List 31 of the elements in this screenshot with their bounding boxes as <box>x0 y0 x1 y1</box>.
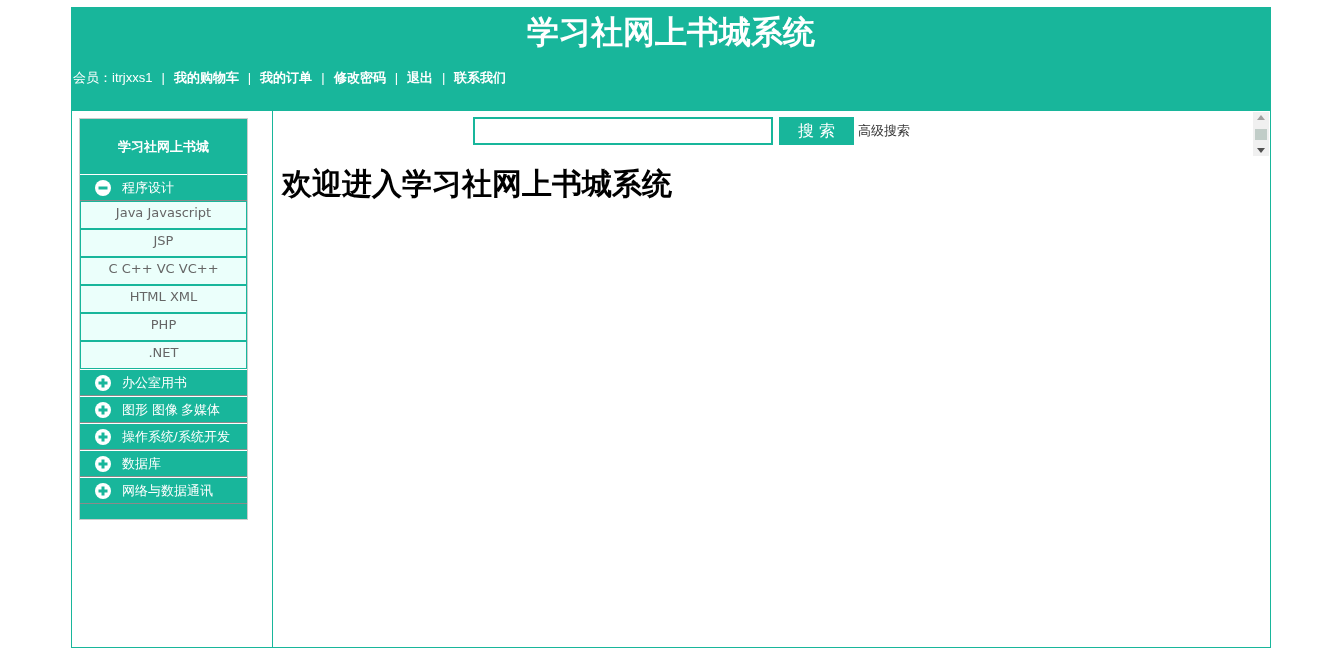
nav-link[interactable]: 退出 <box>407 69 433 87</box>
category-item[interactable]: 操作系统/系统开发 <box>80 423 247 450</box>
scroll-down-icon[interactable] <box>1257 148 1265 153</box>
subcategory-link[interactable]: C C++ VC VC++ <box>80 257 247 285</box>
search-field[interactable] <box>473 117 773 145</box>
subcategory-link[interactable]: JSP <box>80 229 247 257</box>
scroll-up-icon[interactable] <box>1257 115 1265 120</box>
advanced-search-link[interactable]: 高级搜索 <box>858 123 910 139</box>
member-label: 会员：itrjxxs1 <box>73 69 153 87</box>
welcome-heading: 欢迎进入学习社网上书城系统 <box>282 166 673 202</box>
nav-separator: | <box>394 69 398 87</box>
menu-title: 学习社网上书城 <box>118 137 209 156</box>
search-button[interactable]: 搜 索 <box>779 117 854 145</box>
nav-separator: | <box>321 69 325 87</box>
nav-separator: | <box>161 69 165 87</box>
category-item[interactable]: 图形 图像 多媒体 <box>80 396 247 423</box>
category-item[interactable]: 网络与数据通讯 <box>80 477 247 504</box>
scrollbar-thumb[interactable] <box>1255 128 1267 140</box>
site-title: 学习社网上书城系统 <box>527 13 815 52</box>
category-item[interactable]: 办公室用书 <box>80 369 247 396</box>
nav-separator: | <box>442 69 446 87</box>
nav-link[interactable]: 联系我们 <box>454 69 507 87</box>
category-item[interactable]: 数据库 <box>80 450 247 477</box>
nav-separator: | <box>247 69 252 87</box>
subcategory-link[interactable]: .NET <box>80 341 247 369</box>
nav-link[interactable]: 修改密码 <box>333 69 386 87</box>
subcategory-link[interactable]: HTML XML <box>80 285 247 313</box>
subcategory-link[interactable]: Java Javascript <box>80 201 247 229</box>
nav-link[interactable]: 我的订单 <box>260 69 313 87</box>
nav-link[interactable]: 我的购物车 <box>173 69 239 87</box>
subcategory-link[interactable]: PHP <box>80 313 247 341</box>
